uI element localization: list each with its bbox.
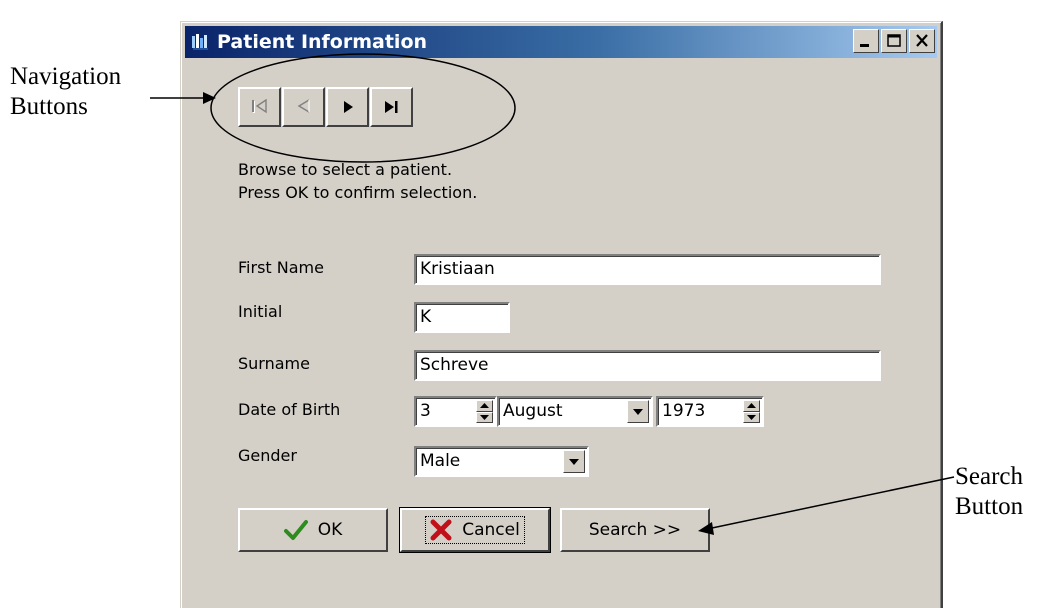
dob-day-down-button[interactable] <box>476 411 493 423</box>
gender-select[interactable]: Male <box>414 446 589 477</box>
spin-up-icon <box>747 403 756 409</box>
initial-field[interactable]: K <box>414 302 510 333</box>
dob-year-up-button[interactable] <box>743 400 760 412</box>
search-label: Search >> <box>588 520 682 540</box>
dob-year-value: 1973 <box>662 401 706 421</box>
spin-up-icon <box>480 403 489 409</box>
dob-year-stepper[interactable]: 1973 <box>656 396 764 427</box>
window-controls <box>851 29 935 53</box>
dob-month-select[interactable]: August <box>497 396 653 427</box>
first-record-button[interactable] <box>238 87 281 127</box>
minimize-icon <box>860 44 869 47</box>
last-icon <box>384 101 397 113</box>
app-icon <box>191 32 211 52</box>
gender-value: Male <box>420 451 461 471</box>
dob-year-down-button[interactable] <box>743 411 760 423</box>
next-icon <box>343 101 353 113</box>
dob-day-spin <box>476 400 493 423</box>
cancel-button[interactable]: Cancel <box>399 507 551 553</box>
dob-day-value: 3 <box>420 401 431 421</box>
maximize-icon <box>887 34 901 47</box>
chevron-down-icon <box>633 408 643 415</box>
dob-day-up-button[interactable] <box>476 400 493 412</box>
close-button[interactable] <box>909 29 935 53</box>
last-record-button[interactable] <box>370 87 413 127</box>
cancel-label: Cancel <box>462 520 520 540</box>
navigation-annotation-line1: Navigation <box>10 63 122 90</box>
initial-label: Initial <box>238 302 283 321</box>
spin-down-icon <box>747 414 756 420</box>
ok-button[interactable]: OK <box>238 508 388 552</box>
checkmark-icon <box>283 519 308 541</box>
gender-dropdown-button[interactable] <box>563 450 585 473</box>
dob-month-dropdown-button[interactable] <box>627 400 649 423</box>
chevron-down-icon <box>569 458 579 465</box>
first-icon <box>251 99 267 114</box>
ok-label: OK <box>317 520 343 540</box>
gender-label: Gender <box>238 446 297 465</box>
close-icon <box>916 34 928 47</box>
maximize-button[interactable] <box>881 29 907 53</box>
instruction-line-1: Browse to select a patient. <box>238 160 453 179</box>
dob-year-spin <box>743 400 760 423</box>
search-button[interactable]: Search >> <box>560 508 710 552</box>
window-title: Patient Information <box>217 31 428 53</box>
minimize-button[interactable] <box>853 29 879 53</box>
title-bar[interactable]: Patient Information <box>185 26 937 58</box>
first-name-field[interactable]: Kristiaan <box>414 254 881 285</box>
previous-record-button[interactable] <box>282 87 325 127</box>
surname-label: Surname <box>238 354 310 373</box>
dob-month-value: August <box>503 401 563 421</box>
navigation-annotation-line2: Buttons <box>10 93 88 120</box>
navigation-buttons-annotation: Navigation Buttons <box>10 62 121 122</box>
next-record-button[interactable] <box>326 87 369 127</box>
focus-rect: Cancel <box>425 516 525 544</box>
first-name-label: First Name <box>238 258 324 277</box>
search-annotation-line2: Button <box>955 493 1024 520</box>
previous-icon <box>297 99 309 113</box>
date-of-birth-label: Date of Birth <box>238 400 341 419</box>
spin-down-icon <box>480 414 489 420</box>
dob-day-stepper[interactable]: 3 <box>414 396 497 427</box>
search-annotation-line1: Search <box>955 463 1024 490</box>
surname-field[interactable]: Schreve <box>414 350 881 381</box>
cancel-x-icon <box>430 519 452 541</box>
search-button-annotation: Search Button <box>955 462 1023 522</box>
instruction-line-2: Press OK to confirm selection. <box>238 183 478 202</box>
